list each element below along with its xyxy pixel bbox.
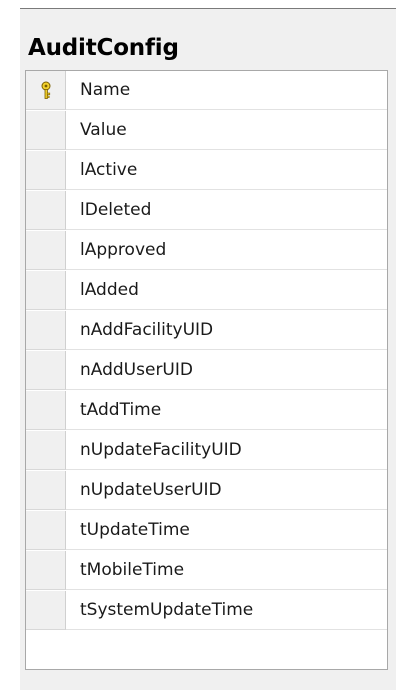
primary-key-icon bbox=[41, 81, 51, 99]
column-row[interactable]: tSystemUpdateTime bbox=[26, 591, 387, 631]
column-row[interactable]: nAddFacilityUID bbox=[26, 311, 387, 351]
row-selector[interactable] bbox=[26, 511, 66, 550]
column-name[interactable]: nAddFacilityUID bbox=[66, 311, 387, 350]
column-row[interactable]: lActive bbox=[26, 151, 387, 191]
row-selector[interactable] bbox=[26, 391, 66, 430]
column-row[interactable]: tMobileTime bbox=[26, 551, 387, 591]
column-row[interactable]: lApproved bbox=[26, 231, 387, 271]
column-row[interactable]: nUpdateFacilityUID bbox=[26, 431, 387, 471]
column-row[interactable]: Value bbox=[26, 111, 387, 151]
row-selector[interactable] bbox=[26, 231, 66, 270]
column-name[interactable]: tSystemUpdateTime bbox=[66, 591, 387, 630]
column-row[interactable]: nUpdateUserUID bbox=[26, 471, 387, 511]
column-name[interactable]: nUpdateFacilityUID bbox=[66, 431, 387, 470]
row-selector[interactable] bbox=[26, 111, 66, 150]
column-name[interactable]: lAdded bbox=[66, 271, 387, 310]
table-title: AuditConfig bbox=[28, 35, 179, 61]
column-name[interactable]: nAddUserUID bbox=[66, 351, 387, 390]
row-selector[interactable] bbox=[26, 431, 66, 470]
row-selector[interactable] bbox=[26, 471, 66, 510]
column-name[interactable]: lActive bbox=[66, 151, 387, 190]
row-selector[interactable] bbox=[26, 191, 66, 230]
column-row[interactable]: nAddUserUID bbox=[26, 351, 387, 391]
column-list: Name Value lActive lDeleted lApproved lA bbox=[25, 70, 388, 670]
column-name[interactable]: nUpdateUserUID bbox=[66, 471, 387, 510]
diagram-canvas: AuditConfig Name Value lActive lDeleted … bbox=[0, 0, 406, 696]
column-name[interactable]: Value bbox=[66, 111, 387, 150]
column-name[interactable]: Name bbox=[66, 71, 387, 110]
column-name[interactable]: tAddTime bbox=[66, 391, 387, 430]
table-shape-auditconfig[interactable]: AuditConfig Name Value lActive lDeleted … bbox=[20, 8, 396, 690]
row-selector[interactable] bbox=[26, 551, 66, 590]
row-selector[interactable] bbox=[26, 151, 66, 190]
row-selector[interactable] bbox=[26, 311, 66, 350]
column-name[interactable]: tUpdateTime bbox=[66, 511, 387, 550]
column-row[interactable]: tAddTime bbox=[26, 391, 387, 431]
column-row[interactable]: Name bbox=[26, 71, 387, 111]
column-name[interactable]: lDeleted bbox=[66, 191, 387, 230]
row-selector[interactable] bbox=[26, 351, 66, 390]
row-selector[interactable] bbox=[26, 591, 66, 630]
column-row[interactable]: lAdded bbox=[26, 271, 387, 311]
row-selector[interactable] bbox=[26, 271, 66, 310]
column-row[interactable]: tUpdateTime bbox=[26, 511, 387, 551]
column-name[interactable]: lApproved bbox=[66, 231, 387, 270]
row-selector[interactable] bbox=[26, 71, 66, 110]
column-name[interactable]: tMobileTime bbox=[66, 551, 387, 590]
column-row[interactable]: lDeleted bbox=[26, 191, 387, 231]
